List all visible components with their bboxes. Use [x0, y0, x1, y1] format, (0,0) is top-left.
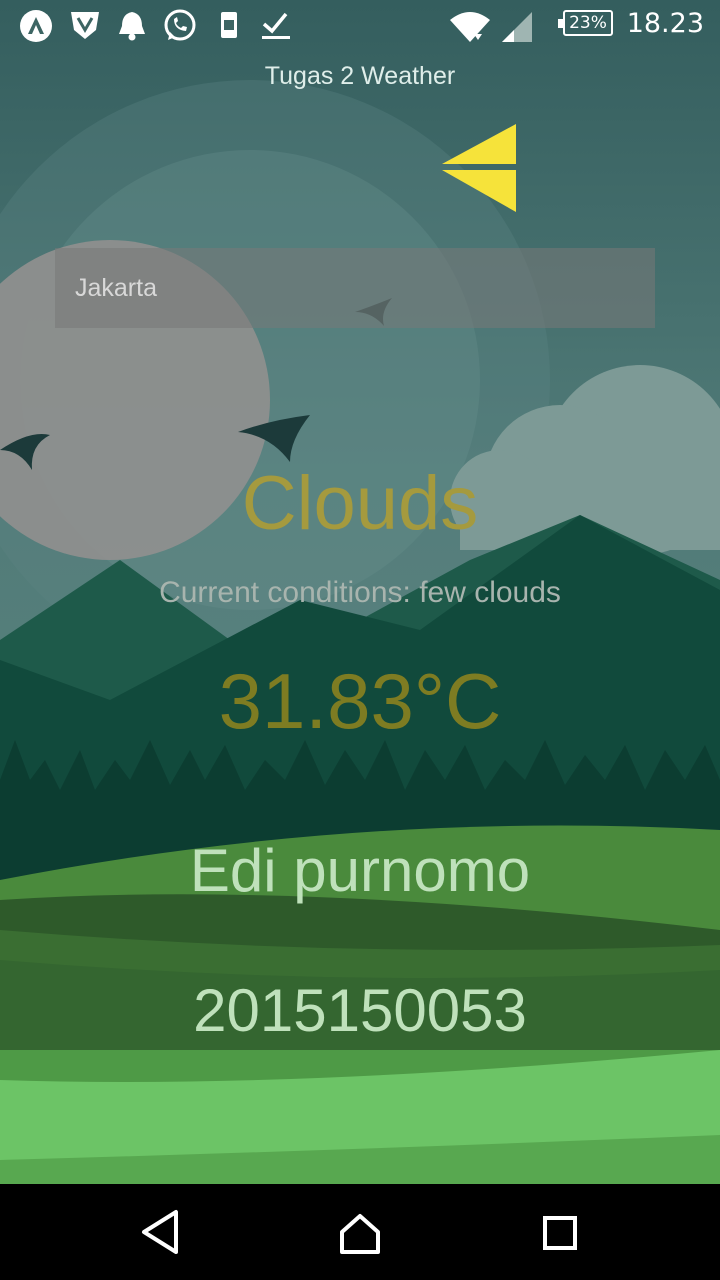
app-screen: 23% 18.23 Tugas 2 Weather Clouds Current…: [0, 0, 720, 1280]
weather-main: Clouds: [241, 461, 479, 546]
phone-charging-icon: [221, 12, 237, 38]
whatsapp-icon: [164, 9, 196, 41]
clock: 18.23: [626, 8, 704, 39]
recents-icon[interactable]: [536, 1202, 584, 1262]
app-logo-icon: [20, 10, 52, 42]
navigation-bar: [0, 1184, 720, 1280]
status-bar: 23% 18.23: [0, 0, 720, 50]
back-icon[interactable]: [136, 1202, 184, 1262]
app-title: Tugas 2 Weather: [264, 62, 456, 90]
signal-icon: [502, 12, 532, 42]
wifi-icon: [450, 12, 490, 42]
student-id: 2015150053: [193, 977, 527, 1044]
battery-indicator: 23%: [558, 10, 613, 36]
check-icon: [262, 12, 290, 39]
student-name: Edi purnomo: [189, 837, 531, 904]
temperature: 31.83°C: [218, 657, 502, 745]
city-input[interactable]: [55, 248, 655, 328]
weather-description: Current conditions: few clouds: [159, 576, 561, 609]
home-icon[interactable]: [336, 1202, 384, 1262]
back-arrow-icon[interactable]: [436, 120, 520, 216]
bell-icon: [119, 12, 145, 41]
shield-icon: [71, 12, 99, 39]
